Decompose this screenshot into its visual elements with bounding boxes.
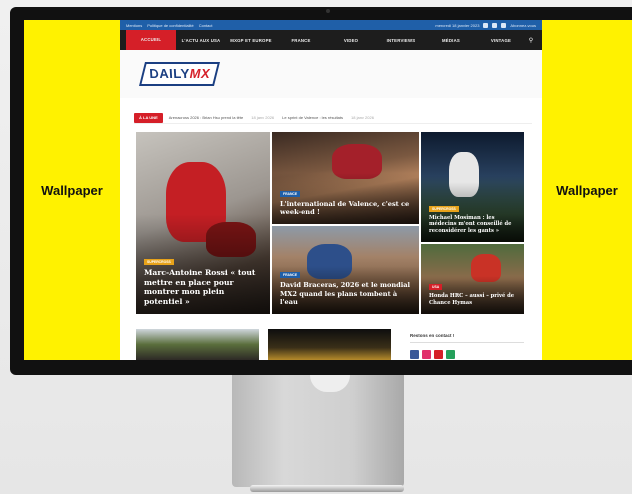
- nav-item[interactable]: FRANCE: [276, 38, 326, 43]
- article-tag[interactable]: SUPERCROSS: [144, 259, 174, 266]
- ticker-date: 18 janv 2026: [351, 115, 374, 120]
- ticker-badge: À LA UNE: [134, 112, 163, 123]
- featured-article-2[interactable]: FRANCE L'international de Valence, c'est …: [272, 132, 419, 224]
- article-thumbnail[interactable]: [136, 329, 259, 360]
- ticker-item[interactable]: Arenacross 2026 : Brian Hsu prend la têt…: [169, 115, 244, 120]
- featured-article-1[interactable]: SUPERCROSS Marc-Antoine Rossi « tout mett…: [136, 132, 270, 314]
- article-thumbnail[interactable]: [268, 329, 391, 360]
- nav-item[interactable]: L'ACTU AUX USA: [176, 38, 226, 43]
- instagram-icon[interactable]: [492, 22, 498, 28]
- article-tag[interactable]: FRANCE: [280, 272, 301, 279]
- site-header: DAILYMX: [120, 50, 542, 98]
- top-bar: Mentions Politique de confidentialité Cont…: [120, 20, 542, 30]
- top-link[interactable]: Politique de confidentialité: [147, 23, 193, 28]
- monitor-screen: Wallpaper Wallpaper Mentions Politique de…: [24, 20, 632, 360]
- camera-icon: [326, 9, 330, 13]
- stand-base: [250, 485, 404, 492]
- logo-main-text: DAILY: [147, 66, 192, 81]
- wallpaper-right: Wallpaper: [542, 20, 632, 360]
- top-links: Mentions Politique de confidentialité Cont…: [126, 23, 218, 28]
- current-date: mercredi 18 janvier 2023: [435, 22, 480, 28]
- social-heading: Restons en contact !: [410, 333, 455, 338]
- wallpaper-right-label: Wallpaper: [556, 182, 618, 198]
- article-tag[interactable]: SUPERCROSS: [429, 205, 459, 212]
- nav-item[interactable]: VIDEO: [326, 38, 376, 43]
- nav-item[interactable]: ACCUEIL: [126, 30, 176, 50]
- article-title[interactable]: Michael Mosiman : les médecins m'ont con…: [429, 215, 518, 235]
- social-icon[interactable]: [410, 350, 419, 359]
- monitor-stand: [232, 375, 404, 487]
- account-link[interactable]: Abonnez-vous: [510, 23, 536, 28]
- logo-accent-text: MX: [189, 66, 211, 81]
- featured-article-4[interactable]: FRANCE David Braceras, 2026 et le mondial…: [272, 226, 419, 314]
- article-title[interactable]: Honda HRC – aussi – privé de Chance Hyma…: [429, 293, 518, 306]
- social-widget: Restons en contact !: [410, 333, 524, 359]
- dailymx-logo[interactable]: DAILYMX: [139, 62, 221, 86]
- featured-article-5[interactable]: USA Honda HRC – aussi – privé de Chance H…: [421, 244, 524, 314]
- social-icon[interactable]: [446, 350, 455, 359]
- article-tag[interactable]: USA: [429, 284, 443, 290]
- nav-item[interactable]: VINTAGE: [476, 38, 526, 43]
- featured-grid: SUPERCROSS Marc-Antoine Rossi « tout mett…: [136, 132, 524, 314]
- social-icon[interactable]: [422, 350, 431, 359]
- top-bar-right: mercredi 18 janvier 2023 Abonnez-vous: [435, 22, 536, 28]
- article-title[interactable]: L'international de Valence, c'est ce wee…: [280, 200, 413, 216]
- ticker-date: 18 janv 2026: [251, 115, 275, 120]
- wallpaper-left: Wallpaper: [24, 20, 120, 360]
- nav-item[interactable]: MXGP ET EUROPE: [226, 38, 276, 43]
- nav-item[interactable]: MÉDIAS: [426, 38, 476, 43]
- featured-article-3[interactable]: SUPERCROSS Michael Mosiman : les médecins…: [421, 132, 524, 242]
- top-link[interactable]: Mentions: [126, 23, 142, 28]
- ticker-item[interactable]: Le sprint de Valence : les résultats: [282, 115, 343, 120]
- news-ticker: À LA UNE Arenacross 2026 : Brian Hsu pre…: [134, 112, 532, 124]
- scene: Wallpaper Wallpaper Mentions Politique de…: [0, 0, 632, 494]
- article-tag[interactable]: FRANCE: [280, 190, 301, 197]
- main-nav: ACCUEIL L'ACTU AUX USA MXGP ET EUROPE FRANC…: [120, 30, 542, 50]
- social-icon[interactable]: [434, 350, 443, 359]
- search-icon[interactable]: ⚲: [526, 37, 536, 44]
- nav-item[interactable]: INTERVIEWS: [376, 38, 426, 43]
- social-icons: [410, 350, 524, 359]
- facebook-icon[interactable]: [483, 22, 489, 28]
- article-title[interactable]: David Braceras, 2026 et le mondial MX2 q…: [280, 281, 413, 306]
- youtube-icon[interactable]: [501, 22, 507, 28]
- wallpaper-left-label: Wallpaper: [41, 182, 103, 198]
- lower-section: Restons en contact !: [136, 329, 524, 360]
- top-link[interactable]: Contact: [199, 23, 213, 28]
- article-title[interactable]: Marc-Antoine Rossi « tout mettre en plac…: [144, 268, 264, 306]
- website: Mentions Politique de confidentialité Cont…: [120, 20, 542, 360]
